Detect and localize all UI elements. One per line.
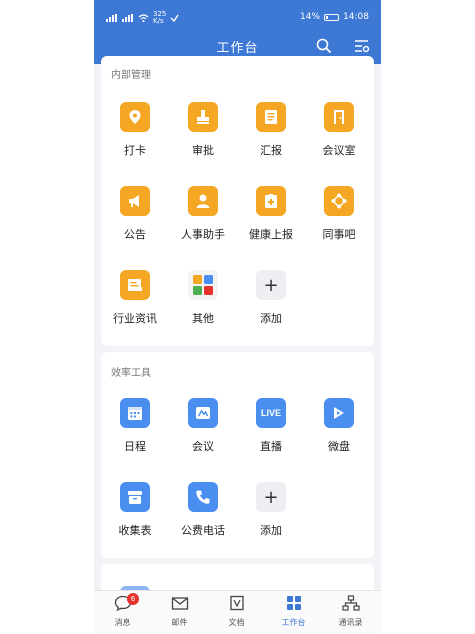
apps-grid-icon: [188, 270, 218, 300]
mail-icon: [171, 597, 188, 610]
efficiency-tools-section: 效率工具 日程 会议 LIVE 直播 微盘 收集表 公费电话 + 添加: [101, 352, 374, 558]
app-tile-cloud-drive[interactable]: 微盘: [305, 398, 373, 454]
tab-docs[interactable]: 文档: [208, 595, 265, 628]
tile-label: 微盘: [328, 440, 350, 453]
live-icon: LIVE: [256, 398, 286, 428]
speed-unit: K/s: [153, 17, 164, 25]
report-doc-icon: [256, 102, 286, 132]
app-tile-live[interactable]: LIVE 直播: [237, 398, 305, 454]
location-pin-icon: [120, 102, 150, 132]
tab-workbench[interactable]: 工作台: [265, 595, 322, 628]
app-tile-report[interactable]: 汇报: [237, 102, 305, 158]
app-header: 325 K/s 14% 14:08 工作台: [94, 0, 381, 64]
tile-label: 日程: [124, 440, 146, 453]
collection-box-icon: [120, 482, 150, 512]
signal-icon: [106, 14, 117, 22]
news-icon: [120, 270, 150, 300]
phone-screen: 325 K/s 14% 14:08 工作台 内部管理 打卡 审批 汇报 会议室 …: [94, 0, 381, 634]
app-tile-business-call[interactable]: 公费电话: [169, 482, 237, 538]
tile-label: 审批: [192, 144, 214, 157]
app-tile-meeting[interactable]: 会议: [169, 398, 237, 454]
tab-label: 工作台: [281, 618, 306, 627]
app-tile-announcement[interactable]: 公告: [101, 186, 169, 242]
tile-label: 健康上报: [249, 228, 293, 241]
section-title: 效率工具: [111, 368, 151, 379]
tile-label: 收集表: [118, 524, 152, 537]
tile-label: 公告: [124, 228, 146, 241]
tile-label: 其他: [192, 312, 214, 325]
calendar-icon: [120, 398, 150, 428]
signal-icon-2: [122, 14, 133, 22]
app-tile-health-report[interactable]: 健康上报: [237, 186, 305, 242]
grid-icon: [286, 596, 301, 610]
tile-label: 直播: [260, 440, 282, 453]
tile-label: 添加: [260, 524, 282, 537]
internal-management-section: 内部管理 打卡 审批 汇报 会议室 公告 人事助手 健康上报 同事吧 行业资讯 …: [101, 56, 374, 346]
tile-label: 会议室: [322, 144, 356, 157]
clock: 14:08: [343, 12, 369, 22]
person-icon: [188, 186, 218, 216]
app-tile-industry-news[interactable]: 行业资讯: [101, 270, 169, 326]
page-title: 工作台: [216, 41, 259, 56]
tab-label: 邮件: [171, 618, 188, 627]
tile-label: 汇报: [260, 144, 282, 157]
link-icon: [170, 14, 179, 22]
battery-percent: 14%: [300, 12, 321, 22]
search-icon[interactable]: [316, 38, 332, 54]
app-tile-schedule[interactable]: 日程: [101, 398, 169, 454]
app-tile-meeting-room[interactable]: 会议室: [305, 102, 373, 158]
status-left: 325 K/s: [106, 11, 179, 25]
plus-icon: +: [256, 482, 286, 512]
stamp-icon: [188, 102, 218, 132]
battery-icon: [324, 13, 340, 21]
status-bar: 325 K/s 14% 14:08: [94, 0, 381, 30]
network-icon: [324, 186, 354, 216]
tile-label: 行业资讯: [113, 312, 157, 325]
section-title: 内部管理: [111, 70, 151, 81]
app-tile-hr-assistant[interactable]: 人事助手: [169, 186, 237, 242]
app-tile-other[interactable]: 其他: [169, 270, 237, 326]
tab-label: 文档: [228, 618, 245, 627]
settings-icon[interactable]: [354, 38, 370, 54]
add-app-button-2[interactable]: + 添加: [237, 482, 305, 538]
tile-label: 添加: [260, 312, 282, 325]
tab-label: 消息: [114, 618, 131, 627]
org-chart-icon: [341, 595, 360, 611]
status-right: 14% 14:08: [300, 12, 369, 22]
tile-label: 公费电话: [181, 524, 225, 537]
tab-contacts[interactable]: 通讯录: [322, 595, 379, 628]
app-tile-collection-form[interactable]: 收集表: [101, 482, 169, 538]
tile-label: 会议: [192, 440, 214, 453]
cloud-drive-icon: [324, 398, 354, 428]
add-app-button[interactable]: + 添加: [237, 270, 305, 326]
megaphone-icon: [120, 186, 150, 216]
live-icon-text: LIVE: [260, 408, 281, 418]
network-speed: 325 K/s: [153, 11, 166, 25]
tab-label: 通讯录: [338, 618, 363, 627]
medical-kit-icon: [256, 186, 286, 216]
tile-label: 同事吧: [322, 228, 356, 241]
phone-icon: [188, 482, 218, 512]
document-icon: [229, 595, 244, 611]
unread-badge: 6: [127, 593, 139, 605]
tile-label: 人事助手: [181, 228, 225, 241]
plus-icon: +: [256, 270, 286, 300]
app-tile-approval[interactable]: 审批: [169, 102, 237, 158]
app-tile-colleague-bar[interactable]: 同事吧: [305, 186, 373, 242]
app-tile-clock-in[interactable]: 打卡: [101, 102, 169, 158]
tile-label: 打卡: [124, 144, 146, 157]
tab-mail[interactable]: 邮件: [151, 595, 208, 628]
meeting-icon: [188, 398, 218, 428]
wifi-icon: [138, 14, 149, 22]
tab-messages[interactable]: 6 消息: [94, 593, 151, 628]
door-icon: [324, 102, 354, 132]
bottom-tab-bar: 6 消息 邮件 文档 工作台 通讯录: [94, 590, 381, 634]
